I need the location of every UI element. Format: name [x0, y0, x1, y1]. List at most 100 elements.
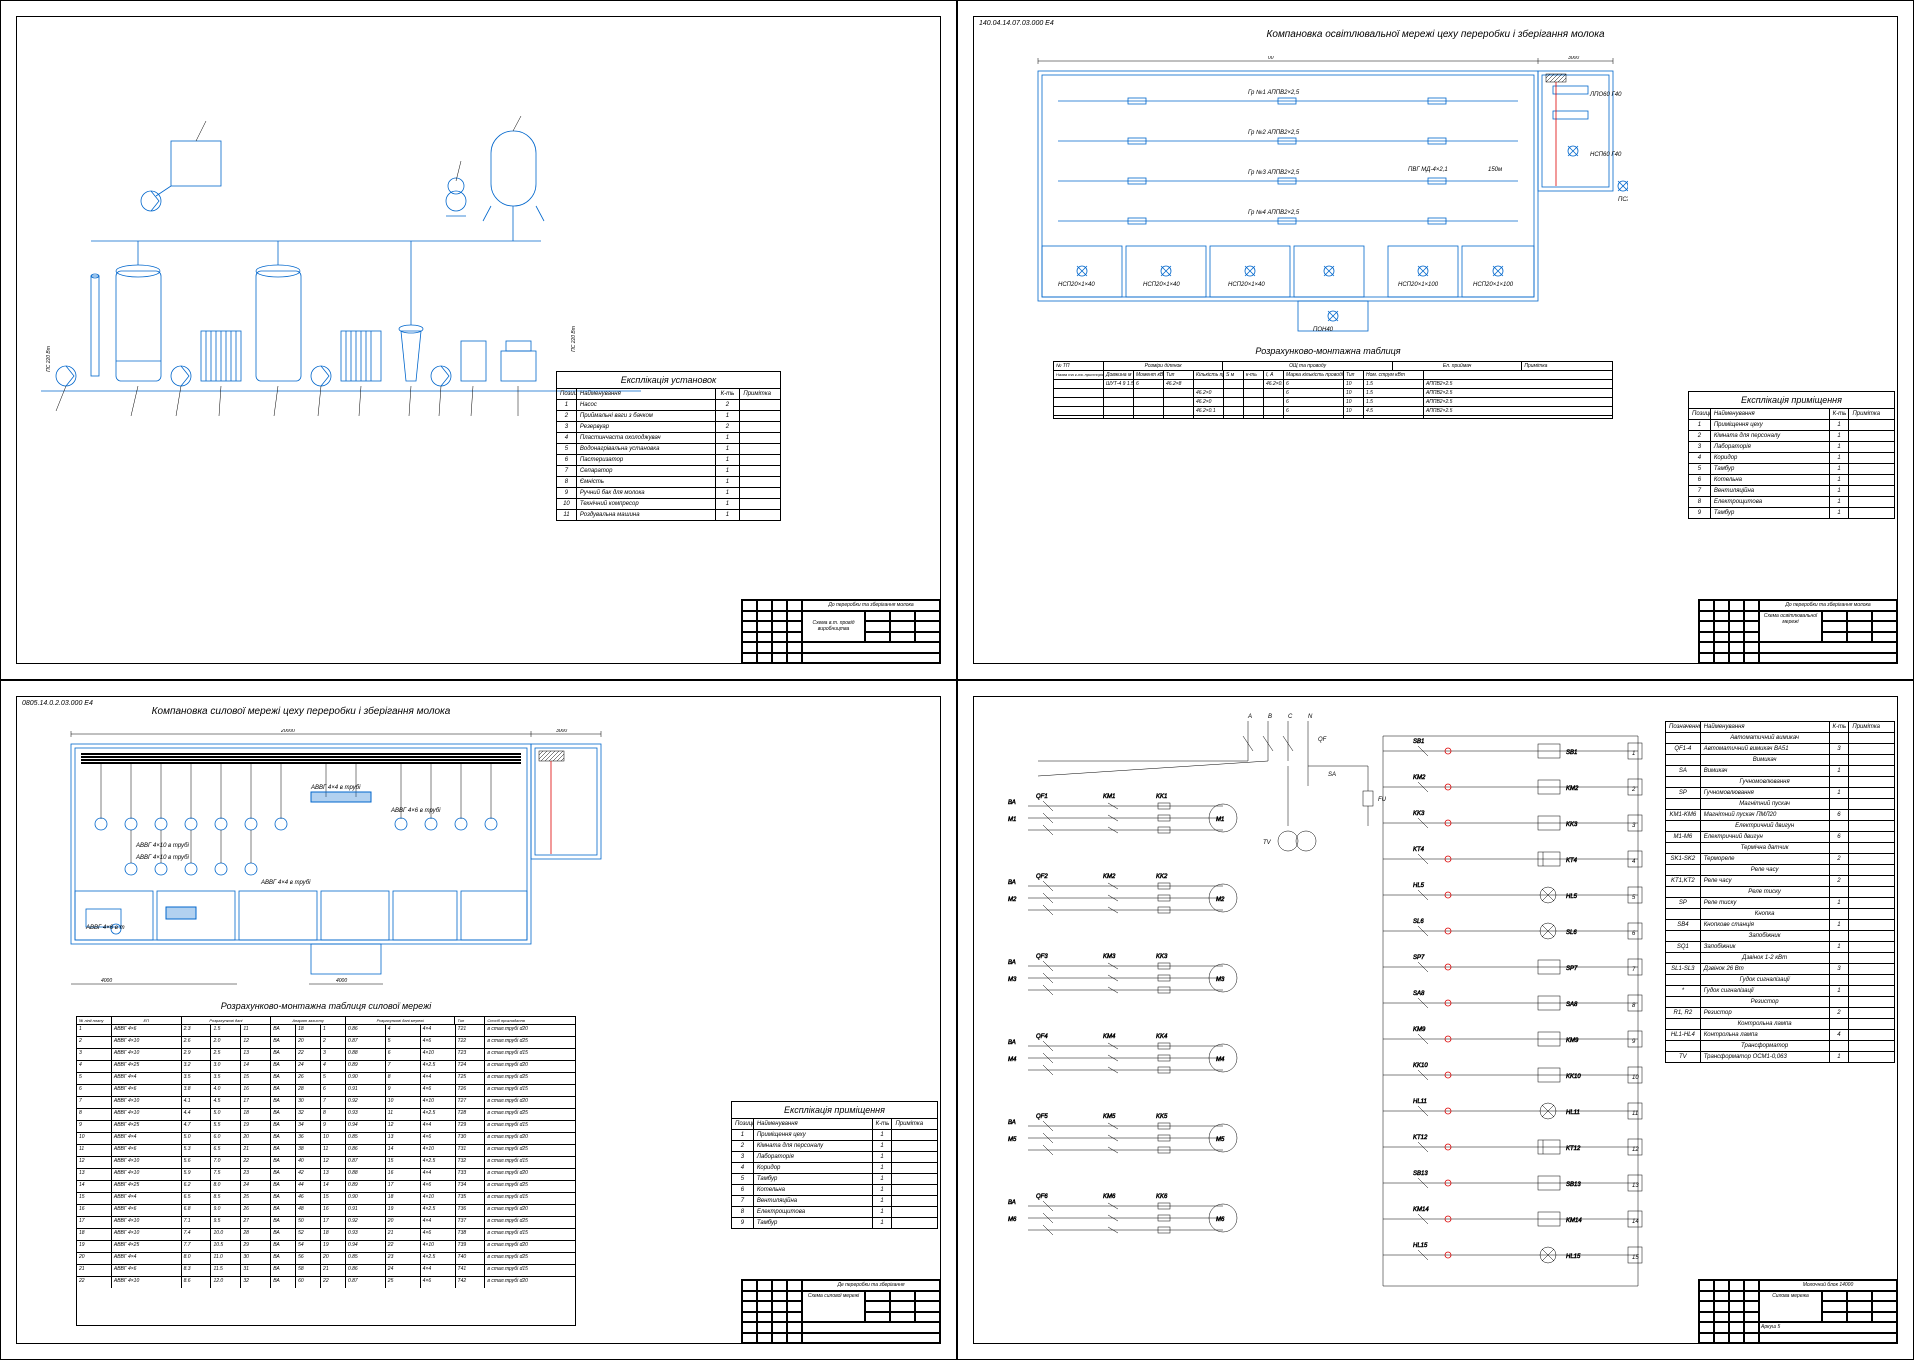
calc-row: 7 АВВГ 4×10 4.1 4.5 17 ВА 30 7 0.92 10 4…: [77, 1096, 575, 1108]
svg-text:KM9: KM9: [1566, 1038, 1579, 1044]
room-row: 7 Вентиляційна 1: [732, 1195, 937, 1206]
component-row: Запобіжник: [1666, 930, 1894, 941]
svg-text:АВВГ 4×10 в трубі: АВВГ 4×10 в трубі: [135, 855, 189, 861]
svg-text:HL15: HL15: [1413, 1243, 1428, 1249]
component-row: Термічна датчик: [1666, 842, 1894, 853]
svg-text:M6: M6: [1216, 1217, 1225, 1223]
svg-text:SA: SA: [1328, 772, 1336, 778]
room-row: 7 Вентиляційна 1: [1689, 485, 1894, 496]
room-row: 2 Кімната для персоналу 1: [1689, 430, 1894, 441]
sheet2-gost: 140.04.14.07.03.000 Е4: [979, 20, 1054, 27]
svg-text:KM4: KM4: [1103, 1034, 1116, 1040]
svg-text:QF: QF: [1318, 737, 1327, 743]
equipment-row: 6 Пастеризатор 1: [557, 454, 780, 465]
svg-text:SL6: SL6: [1413, 919, 1424, 925]
svg-text:Гр №1 АППВ2×2,5: Гр №1 АППВ2×2,5: [1248, 89, 1300, 96]
sheet-1: ПС 220 Вт ПС 220 Вт Експлікація установо…: [0, 0, 957, 680]
svg-text:4000: 4000: [101, 978, 112, 984]
sheet1-stamp: До переробки та зберігання молока Схема …: [741, 599, 941, 664]
equipment-row: 5 Водонагрівальна установка 1: [557, 443, 780, 454]
svg-text:KM5: KM5: [1103, 1114, 1116, 1120]
circuit-diagram: AB CN QF FU SA TV ВА QF1 KM1: [988, 706, 1648, 1306]
svg-text:FU: FU: [1378, 797, 1387, 803]
svg-text:Гр №2 АППВ2×2,5: Гр №2 АППВ2×2,5: [1248, 129, 1300, 136]
component-row: Реле тиску: [1666, 886, 1894, 897]
svg-text:KK10: KK10: [1566, 1074, 1581, 1080]
svg-text:SA8: SA8: [1566, 1002, 1578, 1008]
calc3-title: Розрахунково-монтажна таблиця силової ме…: [101, 1001, 551, 1011]
equipment-table: Експлікація установок Позиція Найменуван…: [556, 371, 781, 521]
equipment-title: Експлікація установок: [557, 372, 780, 388]
svg-text:KT4: KT4: [1413, 847, 1425, 853]
room-row: 4 Коридор 1: [1689, 452, 1894, 463]
svg-text:SP7: SP7: [1413, 955, 1425, 961]
svg-text:ВА: ВА: [1008, 880, 1016, 886]
component-row: Кнопка: [1666, 908, 1894, 919]
svg-text:НСП20×1×40: НСП20×1×40: [1143, 282, 1180, 288]
component-row: Гудок сигналізації: [1666, 974, 1894, 985]
calc-table-3: № лінії плану ЕП Розрахункові дані Апара…: [76, 1016, 576, 1326]
component-row: M1-M6 Електричний двигун 6: [1666, 831, 1894, 842]
calc-row: 8 АВВГ 4×10 4.4 5.0 18 ВА 32 8 0.93 11 4…: [77, 1108, 575, 1120]
component-row: SP Реле тиску 1: [1666, 897, 1894, 908]
svg-text:HL15: HL15: [1566, 1254, 1581, 1260]
equipment-row: 3 Резервуар 2: [557, 421, 780, 432]
svg-text:KT12: KT12: [1413, 1135, 1428, 1141]
room-table-3: Експлікація приміщення Позиція Найменува…: [731, 1101, 938, 1229]
svg-text:ПВГ МД-4×2,1: ПВГ МД-4×2,1: [1408, 167, 1448, 173]
label-pc1: ПС 220 Вт: [571, 326, 577, 352]
svg-text:KK4: KK4: [1156, 1034, 1168, 1040]
svg-text:АВВГ 4×10 в трубі: АВВГ 4×10 в трубі: [135, 843, 189, 849]
svg-text:QF4: QF4: [1036, 1034, 1048, 1040]
room-row: 5 Тамбур 1: [1689, 463, 1894, 474]
svg-text:QF6: QF6: [1036, 1194, 1048, 1200]
calc-row: 6 АВВГ 4×6 3.8 4.0 16 ВА 28 6 0.91 9 4×6…: [77, 1084, 575, 1096]
svg-text:SB1: SB1: [1413, 739, 1424, 745]
svg-text:SL6: SL6: [1566, 930, 1577, 936]
room-row: 1 Приміщення цеху 1: [1689, 419, 1894, 430]
calc-row: 4 АВВГ 4×25 3.2 3.0 14 ВА 24 4 0.89 7 4×…: [77, 1060, 575, 1072]
svg-text:KK2: KK2: [1156, 874, 1168, 880]
equipment-row: 4 Пластинчаста охолоджувач 1: [557, 432, 780, 443]
component-table: Позначення Найменування К-ть Примітка Ав…: [1665, 721, 1895, 1063]
calc-row: 10 АВВГ 4×4 5.0 6.0 20 ВА 36 10 0.85 13 …: [77, 1132, 575, 1144]
calc-row: 12 АВВГ 4×10 5.6 7.0 22 ВА 40 12 0.87 15…: [77, 1156, 575, 1168]
svg-text:5: 5: [1632, 895, 1636, 901]
calc-title: Розрахунково-монтажна таблиця: [1078, 346, 1578, 356]
svg-text:НСП20×1×40: НСП20×1×40: [1058, 282, 1095, 288]
sheet3-title: Компановка силової мережі цеху переробки…: [1, 706, 601, 717]
svg-text:НСП20×1×100: НСП20×1×100: [1398, 282, 1439, 288]
room-row: 1 Приміщення цеху 1: [732, 1129, 937, 1140]
svg-text:3000: 3000: [556, 729, 567, 734]
calc-row: 20 АВВГ 4×4 8.0 11.0 30 ВА 56 20 0.85 23…: [77, 1252, 575, 1264]
calc-row: 17 АВВГ 4×10 7.1 9.5 27 ВА 50 17 0.92 20…: [77, 1216, 575, 1228]
process-diagram: [41, 101, 641, 421]
component-row: SA Вимикач 1: [1666, 765, 1894, 776]
room-row: 9 Тамбур 1: [1689, 507, 1894, 518]
svg-text:4000: 4000: [336, 978, 347, 984]
equipment-row: 10 Технічний компресор 1: [557, 498, 780, 509]
svg-text:6: 6: [1632, 931, 1636, 937]
svg-text:HL11: HL11: [1566, 1110, 1580, 1116]
svg-text:TV: TV: [1263, 840, 1272, 846]
svg-text:KK5: KK5: [1156, 1114, 1168, 1120]
equipment-row: 8 Ємність 1: [557, 476, 780, 487]
svg-text:НСП20×1×100: НСП20×1×100: [1473, 282, 1514, 288]
component-row: Вимикач: [1666, 754, 1894, 765]
svg-text:M1: M1: [1008, 817, 1016, 823]
component-row: Реле часу: [1666, 864, 1894, 875]
calc-row: 46.2×06101.5АППВ2×2.5: [1054, 388, 1612, 397]
svg-text:SB1: SB1: [1566, 750, 1577, 756]
calc-row: 5 АВВГ 4×4 3.5 3.5 15 ВА 26 5 0.90 8 4×4…: [77, 1072, 575, 1084]
svg-text:SP7: SP7: [1566, 966, 1578, 972]
svg-text:KM3: KM3: [1103, 954, 1116, 960]
component-row: QF1-4 Автоматичний вимикач ВА51 3: [1666, 743, 1894, 754]
svg-text:Гр №3 АППВ2×2,5: Гр №3 АППВ2×2,5: [1248, 169, 1300, 176]
sheet4-stamp: Молочний блок 14000 Силова мережа Аркуш …: [1698, 1279, 1898, 1344]
svg-text:KK3: KK3: [1566, 822, 1578, 828]
svg-text:7: 7: [1632, 967, 1636, 973]
calc-row: [1054, 415, 1612, 418]
svg-text:ВА: ВА: [1008, 1040, 1016, 1046]
calc-row: 9 АВВГ 4×25 4.7 5.5 19 ВА 34 9 0.94 12 4…: [77, 1120, 575, 1132]
room-row: 3 Лабораторія 1: [732, 1151, 937, 1162]
